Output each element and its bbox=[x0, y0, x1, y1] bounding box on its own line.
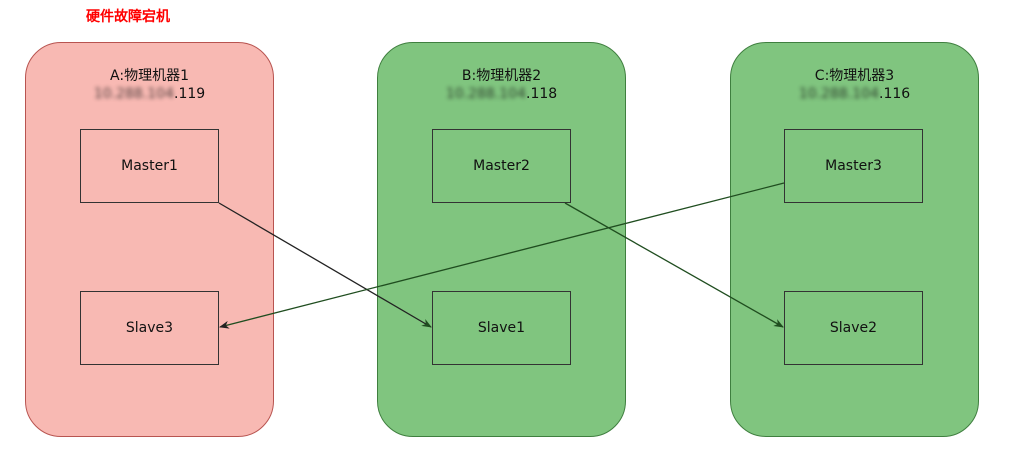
deployment-diagram: 硬件故障宕机 A:物理机器1 10.288.104.119 B:物理机器2 10… bbox=[0, 0, 1021, 453]
replication-edges bbox=[218, 182, 785, 329]
edge-master1-to-slave1 bbox=[218, 202, 432, 328]
edge-master2-to-slave2 bbox=[564, 202, 784, 328]
edge-master3-to-slave3 bbox=[219, 182, 785, 329]
